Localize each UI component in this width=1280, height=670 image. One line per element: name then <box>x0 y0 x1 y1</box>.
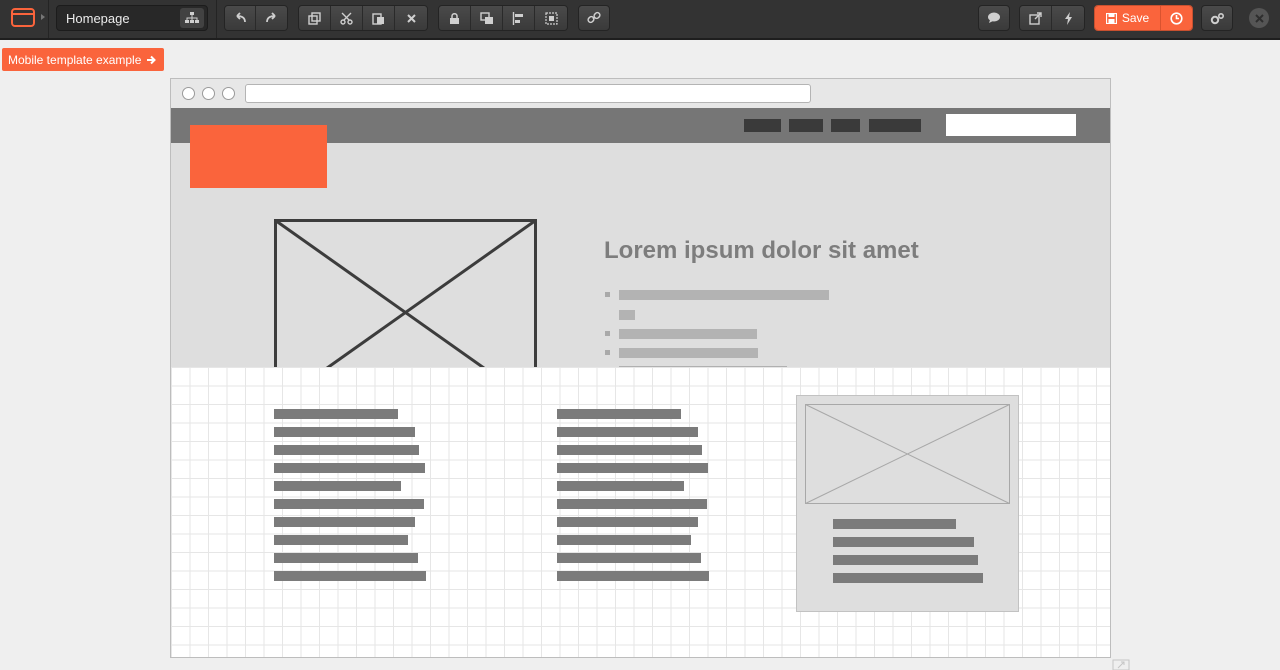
wire-text-line[interactable] <box>619 290 829 300</box>
wire-nav-link[interactable] <box>744 119 781 132</box>
paste-icon[interactable] <box>363 6 395 30</box>
wire-text-line[interactable] <box>557 427 698 437</box>
wire-nav-link[interactable] <box>789 119 823 132</box>
wire-text-line[interactable] <box>619 329 757 339</box>
wire-text-line[interactable] <box>619 310 635 320</box>
wire-text-line[interactable] <box>274 553 418 563</box>
wireframe-canvas[interactable]: Lorem ipsum dolor sit amet <box>170 78 1111 658</box>
export-icon[interactable] <box>1020 6 1052 30</box>
wire-text-line[interactable] <box>619 348 758 358</box>
comment-icon[interactable] <box>978 5 1010 31</box>
wire-text-line[interactable] <box>557 535 691 545</box>
clipboard-group <box>298 5 428 31</box>
lock-icon[interactable] <box>439 6 471 30</box>
history-group <box>224 5 288 31</box>
history-icon[interactable] <box>1161 6 1192 30</box>
top-toolbar: Homepage Save <box>0 0 1280 40</box>
redo-icon[interactable] <box>256 6 287 30</box>
save-button[interactable]: Save <box>1095 6 1161 30</box>
menu-caret-icon[interactable] <box>41 14 45 20</box>
wire-hero-title[interactable]: Lorem ipsum dolor sit amet <box>604 237 919 265</box>
wire-text-line[interactable] <box>274 499 424 509</box>
divider <box>48 0 49 38</box>
wire-card[interactable] <box>796 395 1019 612</box>
wire-text-line[interactable] <box>557 571 709 581</box>
wire-text-line[interactable] <box>833 573 983 583</box>
save-icon <box>1105 12 1117 24</box>
wire-text-line[interactable] <box>557 463 708 473</box>
group-icon[interactable] <box>535 6 567 30</box>
save-label: Save <box>1121 11 1150 25</box>
cut-icon[interactable] <box>331 6 363 30</box>
bullet <box>605 292 610 297</box>
wire-logo[interactable] <box>190 125 327 188</box>
flash-icon[interactable] <box>1052 6 1084 30</box>
wire-text-line[interactable] <box>274 535 408 545</box>
window-dot <box>182 87 195 100</box>
browser-chrome <box>171 79 1110 109</box>
sitemap-icon[interactable] <box>180 8 204 28</box>
wire-text-line[interactable] <box>557 409 681 419</box>
page-name: Homepage <box>66 11 130 26</box>
wire-nav-link[interactable] <box>869 119 921 132</box>
save-group: Save <box>1094 5 1193 31</box>
page-selector[interactable]: Homepage <box>56 5 208 31</box>
template-link-label: Mobile template example <box>8 52 142 67</box>
delete-icon[interactable] <box>395 6 427 30</box>
duplicate-icon[interactable] <box>299 6 331 30</box>
bullet <box>605 331 610 336</box>
wire-search-box[interactable] <box>946 114 1076 136</box>
wire-text-line[interactable] <box>557 499 707 509</box>
arrange-group <box>438 5 568 31</box>
wire-text-line[interactable] <box>557 517 698 527</box>
wire-text-line[interactable] <box>274 409 398 419</box>
window-icon[interactable] <box>11 8 35 33</box>
address-bar[interactable] <box>245 84 811 103</box>
wire-text-line[interactable] <box>274 517 415 527</box>
wire-text-line[interactable] <box>274 427 415 437</box>
close-icon[interactable] <box>1249 8 1269 28</box>
link-icon[interactable] <box>578 5 610 31</box>
wire-text-line[interactable] <box>557 553 701 563</box>
wire-text-line[interactable] <box>274 445 419 455</box>
align-icon[interactable] <box>503 6 535 30</box>
wire-nav-link[interactable] <box>831 119 860 132</box>
resize-handle-icon[interactable] <box>1112 659 1130 670</box>
wire-text-line[interactable] <box>833 555 978 565</box>
arrow-right-icon <box>147 55 157 64</box>
window-dot <box>202 87 215 100</box>
undo-icon[interactable] <box>225 6 256 30</box>
wire-text-line[interactable] <box>557 481 684 491</box>
wire-text-line[interactable] <box>274 463 425 473</box>
image-placeholder-icon[interactable] <box>805 404 1010 504</box>
template-link-button[interactable]: Mobile template example <box>2 48 165 71</box>
wire-text-line[interactable] <box>274 571 426 581</box>
divider <box>216 0 217 38</box>
wire-text-line[interactable] <box>557 445 702 455</box>
window-dot <box>222 87 235 100</box>
bullet <box>605 350 610 355</box>
wire-text-line[interactable] <box>833 519 956 529</box>
settings-icon[interactable] <box>1201 5 1233 31</box>
arrange-icon[interactable] <box>471 6 503 30</box>
wire-text-line[interactable] <box>274 481 401 491</box>
export-group <box>1019 5 1085 31</box>
wire-text-line[interactable] <box>833 537 974 547</box>
